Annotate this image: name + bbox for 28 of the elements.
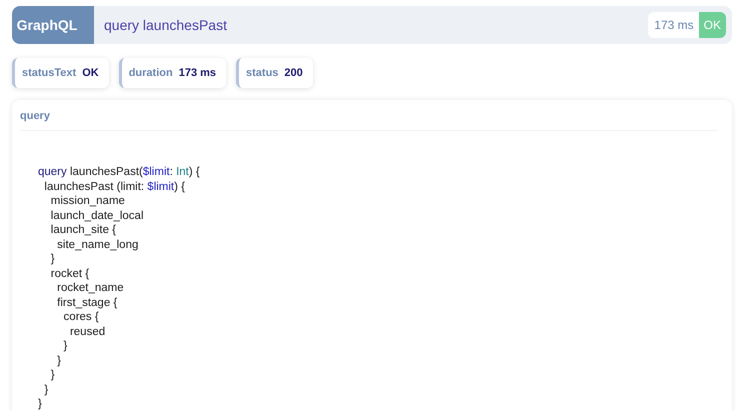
code-line: first_stage { bbox=[56, 296, 118, 310]
code-line: rocket_name bbox=[56, 281, 124, 296]
code-line: launch_site { bbox=[50, 223, 116, 238]
code-line: site_name_long bbox=[56, 238, 138, 252]
chip-value: OK bbox=[82, 67, 99, 79]
code-line: } bbox=[50, 252, 55, 266]
chip-label: duration bbox=[128, 67, 173, 79]
duration-label: 173 ms bbox=[648, 12, 699, 38]
graphql-badge: GraphQL bbox=[12, 6, 94, 44]
code-line: mission_name bbox=[50, 194, 125, 208]
code-line: } bbox=[38, 397, 42, 410]
code-line: rocket { bbox=[50, 266, 90, 281]
code-line: launchesPast (limit: $limit) { bbox=[43, 180, 186, 194]
code-line: } bbox=[43, 382, 48, 397]
code-line: } bbox=[50, 368, 55, 382]
code-line: cores { bbox=[62, 310, 99, 324]
code-line: launch_date_local bbox=[50, 208, 144, 223]
code-line: } bbox=[56, 354, 62, 368]
chip-value: 173 ms bbox=[178, 67, 216, 79]
operation-name: query launchesPast bbox=[104, 17, 228, 33]
code-line: query launchesPast($limit: Int) { bbox=[38, 165, 200, 180]
status-badge: OK bbox=[698, 12, 726, 38]
panel-title: query bbox=[20, 110, 718, 131]
code-line: } bbox=[62, 339, 68, 354]
chip-label: status bbox=[246, 67, 278, 79]
chip-value: 200 bbox=[284, 67, 303, 79]
chip-label: statusText bbox=[22, 67, 76, 79]
code-line: reused bbox=[68, 324, 106, 339]
